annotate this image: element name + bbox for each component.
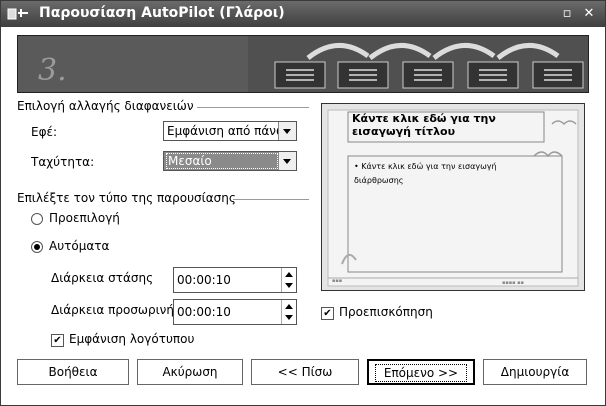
default-radio[interactable] <box>31 213 43 225</box>
create-button[interactable]: Δημιουργία <box>483 359 587 385</box>
presentation-heading: Επιλέξτε τον τύπο της παρουσίασης <box>17 191 236 205</box>
default-radio-label[interactable]: Προεπιλογή <box>49 211 120 225</box>
chevron-down-icon[interactable] <box>278 122 296 140</box>
auto-radio-label[interactable]: Αυτόματα <box>49 239 109 253</box>
next-button-label: Επόμενο >> <box>374 364 468 382</box>
dialog-content: 3. Επιλογή αλλαγής διαφανειών Εφέ: Εμφάν… <box>1 27 605 405</box>
window-title: Παρουσίαση AutoPilot (Γλάροι) <box>39 5 285 21</box>
show-logo-label[interactable]: Εμφάνιση λογότυπου <box>69 332 194 346</box>
effect-value: Εμφάνιση από πάνω <box>167 124 278 138</box>
svg-text:▪▪▪: ▪▪▪ <box>332 278 342 284</box>
auto-radio[interactable] <box>31 241 43 253</box>
duration-pause-label: Διάρκεια προσωρινής <box>51 303 173 317</box>
title-bar[interactable]: Παρουσίαση AutoPilot (Γλάροι) ▫ ✕ <box>1 1 605 27</box>
close-icon[interactable]: ✕ <box>581 6 597 22</box>
spin-buttons[interactable] <box>281 268 296 292</box>
speed-label: Ταχύτητα: <box>31 155 95 169</box>
preview-body-text: Κάντε κλικ εδώ για την εισαγωγή διάρθρωσ… <box>354 162 497 185</box>
back-button[interactable]: << Πίσω <box>251 359 359 385</box>
duration-page-spinner[interactable]: 00:00:10 <box>173 267 297 293</box>
preview-checkbox[interactable]: ✔ <box>321 307 334 320</box>
speed-select[interactable]: Μεσαίο <box>163 151 297 171</box>
slide-preview: ▪▪▪ ▪▪▪▪ ▪▪ Κάντε κλικ εδώ για την εισαγ… <box>321 103 585 291</box>
divider <box>233 199 309 200</box>
step-banner: 3. <box>17 35 589 93</box>
arrow-up-icon[interactable] <box>285 304 293 309</box>
step-number: 3. <box>38 53 67 88</box>
duration-pause-value: 00:00:10 <box>177 305 231 319</box>
help-button[interactable]: Βοήθεια <box>17 359 129 385</box>
arrow-up-icon[interactable] <box>285 272 293 277</box>
next-button[interactable]: Επόμενο >> <box>367 359 475 385</box>
preview-checkbox-label[interactable]: Προεπισκόπηση <box>339 305 433 319</box>
arrow-down-icon[interactable] <box>285 283 293 288</box>
transition-heading: Επιλογή αλλαγής διαφανειών <box>17 99 194 113</box>
autopilot-window: Παρουσίαση AutoPilot (Γλάροι) ▫ ✕ 3. Επι… <box>0 0 606 406</box>
show-logo-checkbox[interactable]: ✔ <box>51 334 64 347</box>
speed-value: Μεσαίο <box>166 153 278 169</box>
svg-text:▪▪▪▪ ▪▪: ▪▪▪▪ ▪▪ <box>502 280 524 286</box>
arrow-down-icon[interactable] <box>285 315 293 320</box>
divider <box>197 107 309 108</box>
app-icon <box>7 8 28 20</box>
duration-page-value: 00:00:10 <box>177 273 231 287</box>
chevron-down-icon[interactable] <box>278 152 296 170</box>
spin-buttons[interactable] <box>281 300 296 324</box>
duration-pause-spinner[interactable]: 00:00:10 <box>173 299 297 325</box>
duration-page-label: Διάρκεια στάσης <box>51 271 154 285</box>
preview-title-placeholder: Κάντε κλικ εδώ για την εισαγωγή τίτλου <box>352 112 496 138</box>
minimize-icon[interactable]: ▫ <box>559 6 575 22</box>
effect-select[interactable]: Εμφάνιση από πάνω <box>163 121 297 141</box>
cancel-button[interactable]: Ακύρωση <box>137 359 243 385</box>
banner-graphic: 3. <box>18 36 588 92</box>
effect-label: Εφέ: <box>31 125 58 139</box>
preview-body-placeholder: • Κάντε κλικ εδώ για την εισαγωγή διάρθρ… <box>354 160 524 188</box>
